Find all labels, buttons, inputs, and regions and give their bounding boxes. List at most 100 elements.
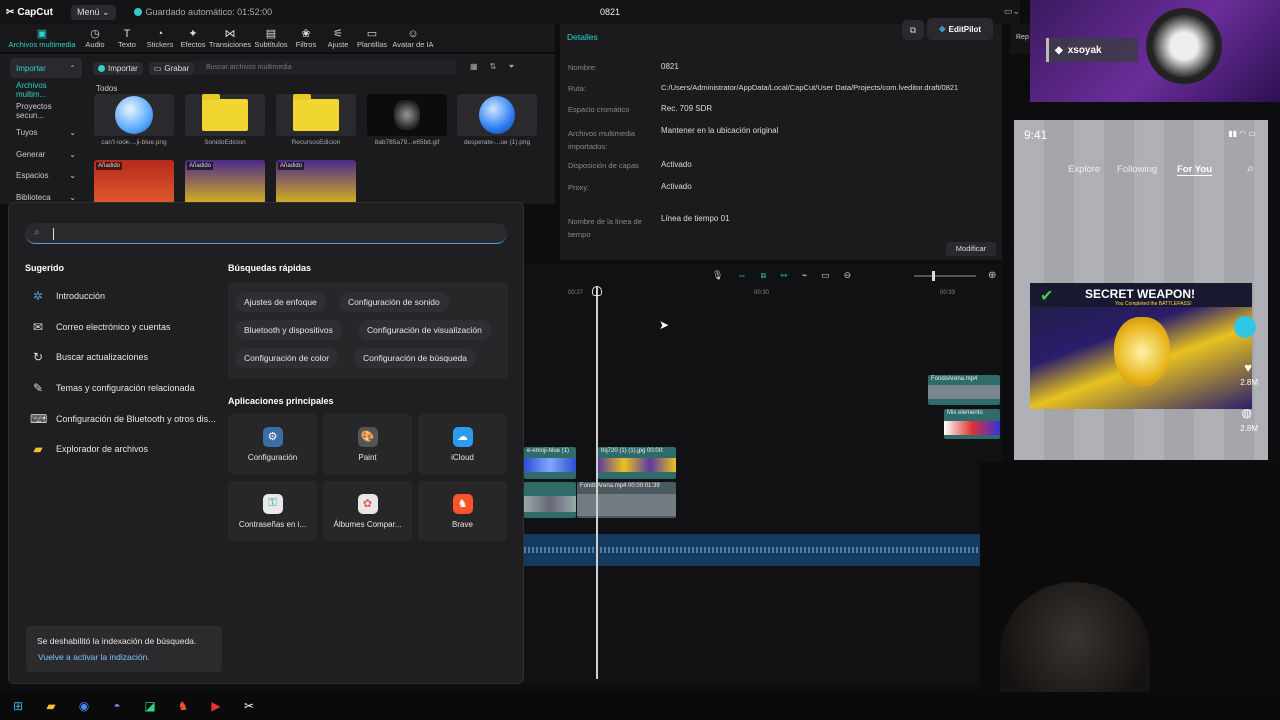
- audio-track[interactable]: [524, 534, 980, 566]
- modify-button[interactable]: Modificar: [946, 242, 996, 256]
- suggested-item[interactable]: ✎ Temas y configuración relacionada: [30, 381, 195, 395]
- timeline-clip[interactable]: FondoArena.mp4 00:00:01:39: [577, 482, 676, 518]
- timeline-clip[interactable]: Mix elemento: [944, 409, 1000, 439]
- suggested-item[interactable]: ⌨ Configuración de Bluetooth y otros dis.…: [30, 412, 216, 426]
- zoom-out-icon[interactable]: ⊖: [844, 270, 852, 281]
- quick-search-chip[interactable]: Configuración de sonido: [339, 292, 449, 312]
- media-item[interactable]: 8ab785a79...e65bd.gif: [367, 94, 447, 146]
- playhead-handle[interactable]: [592, 286, 602, 296]
- phone-tab-explore[interactable]: Explore: [1068, 164, 1100, 175]
- category-subprojects[interactable]: Proyectos secun...: [10, 101, 82, 121]
- record-button[interactable]: ▭ Grabar: [148, 61, 195, 75]
- tab-effects[interactable]: ✦ Efectos: [178, 28, 208, 52]
- app-tile-passwords[interactable]: ⚿ Contraseñas en i...: [228, 481, 317, 541]
- link-icon[interactable]: ⇔: [737, 270, 746, 281]
- quick-search-chip[interactable]: Configuración de búsqueda: [354, 348, 476, 368]
- timeline-clip[interactable]: e-emoji-blue (1): [524, 447, 576, 479]
- brave-icon[interactable]: ♞: [173, 696, 193, 716]
- zoom-slider[interactable]: [914, 271, 976, 281]
- category-yours[interactable]: Tuyos ⌄: [10, 123, 82, 143]
- phone-tab-for-you[interactable]: For You: [1177, 164, 1213, 176]
- tab-media[interactable]: ▣ Archivos multimedia: [6, 28, 78, 52]
- filter-icon[interactable]: ⏷: [508, 62, 514, 72]
- app-green-icon[interactable]: ◪: [140, 696, 160, 716]
- magnet-icon[interactable]: ⧈: [760, 270, 766, 281]
- zoom-in-icon[interactable]: ⊕: [988, 270, 996, 281]
- windows-start-icon[interactable]: ⊞: [8, 696, 28, 716]
- replay-tab[interactable]: Rep: [1010, 24, 1032, 54]
- timeline-clip[interactable]: [524, 482, 576, 518]
- suggested-item[interactable]: ✲ Introducción: [30, 289, 105, 303]
- category-generate[interactable]: Generar ⌄: [10, 144, 82, 164]
- chrome-icon[interactable]: ◉: [74, 696, 94, 716]
- start-search-input[interactable]: ⌕: [25, 223, 507, 244]
- media-item-name: RecursosEdicion: [291, 139, 341, 146]
- tab-subtitles[interactable]: ▤ Subtítulos: [252, 28, 290, 52]
- tab-transitions[interactable]: ⋈ Transiciones: [208, 28, 252, 52]
- import-button[interactable]: Importar: [93, 61, 143, 75]
- media-item-added[interactable]: Añadido: [185, 160, 265, 204]
- youtube-icon[interactable]: ▶: [206, 696, 226, 716]
- capcut-icon[interactable]: ✂: [239, 696, 259, 716]
- panel-layout-icon[interactable]: ▭⌄: [1004, 6, 1020, 17]
- app-tile-icloud[interactable]: ☁ iCloud: [418, 414, 507, 474]
- suggested-item[interactable]: ↻ Buscar actualizaciones: [30, 350, 148, 364]
- tab-text[interactable]: T Texto: [112, 28, 142, 52]
- media-search-input[interactable]: Buscar archivos multimedia: [194, 60, 456, 75]
- editpilot-button[interactable]: ✥ EditPilot: [927, 18, 993, 40]
- tab-templates[interactable]: ▭ Plantillas: [354, 28, 390, 52]
- suggested-item[interactable]: ✉ Correo electrónico y cuentas: [30, 320, 171, 334]
- media-thumbnail: [276, 94, 356, 136]
- app-tile-settings[interactable]: ⚙ Configuración: [228, 414, 317, 474]
- media-item-added[interactable]: Añadido: [94, 160, 174, 204]
- category-spaces[interactable]: Espacios ⌄: [10, 166, 82, 186]
- grid-view-icon[interactable]: ▦: [470, 62, 478, 72]
- snap-icon[interactable]: ⇿: [780, 270, 788, 281]
- heart-icon[interactable]: ♥: [1244, 360, 1252, 375]
- tab-adjust[interactable]: ⚟ Ajuste: [322, 28, 354, 52]
- discord-icon[interactable]: ◓: [107, 696, 127, 716]
- sort-icon[interactable]: ⇅: [490, 62, 497, 72]
- category-import[interactable]: Importar ⌃: [10, 58, 82, 78]
- tab-stickers[interactable]: ◔ Stickers: [142, 28, 178, 52]
- zoom-slider-handle[interactable]: [932, 271, 935, 281]
- media-item-added[interactable]: Añadido: [276, 160, 356, 204]
- phone-tab-following[interactable]: Following: [1117, 164, 1157, 175]
- menu-button[interactable]: Menú ⌄: [70, 4, 116, 20]
- app-tile-shared-albums[interactable]: ✿ Álbumes Compar...: [323, 481, 412, 541]
- media-item[interactable]: desperate-...ue (1).png: [457, 94, 537, 146]
- quick-search-chip[interactable]: Configuración de visualización: [358, 320, 491, 340]
- quick-search-chip[interactable]: Configuración de color: [235, 348, 339, 368]
- media-item[interactable]: SonidoEdicion: [185, 94, 265, 146]
- added-badge: Añadido: [187, 162, 214, 170]
- tab-filters[interactable]: ❀ Filtros: [290, 28, 322, 52]
- caption-icon[interactable]: ▭: [821, 270, 830, 281]
- quick-search-chip[interactable]: Bluetooth y dispositivos: [235, 320, 342, 340]
- media-item[interactable]: RecursosEdicion: [276, 94, 356, 146]
- compare-icon[interactable]: ⧉: [902, 20, 924, 40]
- search-icon[interactable]: ⌕: [1247, 161, 1254, 176]
- file-explorer-icon[interactable]: ▰: [41, 696, 61, 716]
- media-item[interactable]: can't-look-...ji-blue.png: [94, 94, 174, 146]
- avatar[interactable]: [1234, 316, 1256, 338]
- tab-ai-avatar[interactable]: ☺ Avatar de IA: [390, 28, 436, 52]
- app-tile-paint[interactable]: 🎨 Paint: [323, 414, 412, 474]
- comment-icon[interactable]: ◍: [1242, 406, 1252, 420]
- import-icon: [98, 64, 105, 72]
- playhead[interactable]: [596, 287, 598, 679]
- suggested-item[interactable]: ▰ Explorador de archivos: [30, 442, 148, 456]
- quick-searches-heading: Búsquedas rápidas: [228, 263, 312, 273]
- app-tile-brave[interactable]: ♞ Brave: [418, 481, 507, 541]
- microphone-icon[interactable]: 🎙: [712, 270, 723, 281]
- text-icon: T: [123, 28, 131, 40]
- editpilot-label: EditPilot: [948, 24, 982, 34]
- quick-search-chip[interactable]: Ajustes de enfoque: [235, 292, 326, 312]
- sticker-icon: ◔: [156, 28, 164, 40]
- reenable-indexing-link[interactable]: Vuelve a activar la indización.: [38, 652, 150, 662]
- timeline-clip[interactable]: hq720 (1) (1).jpg 00:00:: [598, 447, 676, 479]
- media-item-name: SonidoEdicion: [204, 139, 246, 146]
- timeline-clip[interactable]: FondoArena.mp4: [928, 375, 1000, 405]
- preview-axis-icon[interactable]: ⌁: [802, 270, 807, 281]
- category-media-files[interactable]: Archivos multim...: [10, 80, 82, 100]
- tab-audio[interactable]: ◷ Audio: [78, 28, 112, 52]
